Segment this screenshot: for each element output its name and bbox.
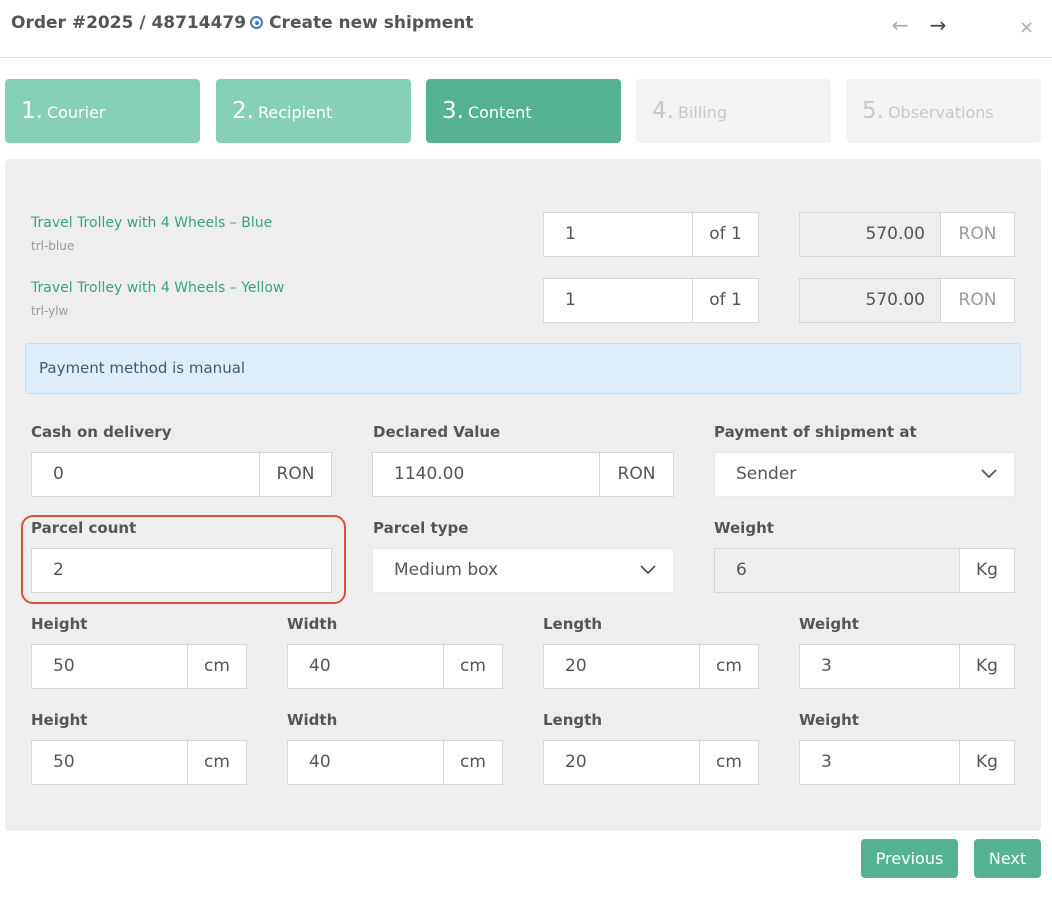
width-label: Width — [287, 711, 338, 729]
weight-label: Weight — [799, 711, 859, 729]
total-weight-field: 6 — [714, 548, 961, 593]
quantity-of-addon: of 1 — [692, 278, 759, 323]
payment-at-value: Sender — [736, 464, 797, 484]
parcel-height-input[interactable]: 50 — [31, 644, 189, 689]
step-billing: 4. Billing — [636, 79, 831, 143]
length-unit-addon: cm — [699, 644, 759, 689]
step-number: 4. — [652, 98, 674, 124]
modal-header: Order #2025 / 48714479 Create new shipmen… — [0, 0, 1052, 58]
product-quantity-input[interactable]: 1 — [543, 278, 694, 323]
declared-value-input[interactable]: 1140.00 — [372, 452, 601, 497]
width-label: Width — [287, 615, 338, 633]
target-icon[interactable] — [250, 16, 264, 29]
product-name-link[interactable]: Travel Trolley with 4 Wheels – Yellow — [31, 280, 284, 296]
order-number: Order #2025 / 48714479 — [11, 13, 247, 33]
step-number: 3. — [442, 98, 464, 124]
weight-label: Weight — [799, 615, 859, 633]
step-label: Courier — [46, 103, 106, 122]
step-recipient[interactable]: 2. Recipient — [216, 79, 411, 143]
step-number: 5. — [862, 98, 884, 124]
declared-currency-addon: RON — [599, 452, 674, 497]
modal-title: Order #2025 / 48714479 Create new shipmen… — [11, 13, 473, 33]
length-unit-addon: cm — [699, 740, 759, 785]
parcel-type-select[interactable]: Medium box — [372, 548, 674, 593]
arrow-left-icon[interactable]: ← — [888, 13, 912, 37]
step-courier[interactable]: 1. Courier — [5, 79, 200, 143]
step-label: Recipient — [257, 103, 333, 122]
product-sku: trl-blue — [31, 239, 75, 253]
height-unit-addon: cm — [187, 644, 247, 689]
step-label: Content — [467, 103, 532, 122]
declared-value-label: Declared Value — [373, 423, 501, 441]
product-sku: trl-ylw — [31, 304, 69, 318]
price-currency-addon: RON — [940, 212, 1015, 257]
parcel-width-input[interactable]: 40 — [287, 644, 445, 689]
chevron-down-icon — [639, 549, 657, 609]
cod-label: Cash on delivery — [31, 423, 172, 441]
parcel-weight-input[interactable]: 3 — [799, 740, 961, 785]
width-unit-addon: cm — [443, 644, 503, 689]
step-number: 2. — [232, 98, 254, 124]
weight-unit-addon: Kg — [959, 740, 1015, 785]
next-button[interactable]: Next — [974, 839, 1041, 878]
parcel-count-highlight — [21, 515, 346, 604]
payment-at-label: Payment of shipment at — [714, 423, 917, 441]
step-label: Billing — [677, 103, 728, 122]
height-label: Height — [31, 615, 88, 633]
chevron-down-icon — [980, 453, 998, 513]
payment-at-select[interactable]: Sender — [714, 452, 1015, 497]
total-weight-unit-addon: Kg — [959, 548, 1015, 593]
length-label: Length — [543, 711, 602, 729]
step-number: 1. — [21, 98, 43, 124]
length-label: Length — [543, 615, 602, 633]
parcel-height-input[interactable]: 50 — [31, 740, 189, 785]
parcel-weight-input[interactable]: 3 — [799, 644, 961, 689]
arrow-right-icon[interactable]: → — [926, 13, 950, 37]
price-currency-addon: RON — [940, 278, 1015, 323]
weight-unit-addon: Kg — [959, 644, 1015, 689]
cod-input[interactable]: 0 — [31, 452, 261, 497]
previous-button[interactable]: Previous — [861, 839, 958, 878]
step-observations: 5. Observations — [846, 79, 1041, 143]
step-label: Observations — [887, 103, 994, 122]
total-weight-label: Weight — [714, 519, 774, 537]
cod-currency-addon: RON — [259, 452, 332, 497]
product-price-field: 570.00 — [799, 212, 942, 257]
parcel-length-input[interactable]: 20 — [543, 740, 701, 785]
payment-method-alert: Payment method is manual — [25, 343, 1021, 394]
product-name-link[interactable]: Travel Trolley with 4 Wheels – Blue — [31, 215, 272, 231]
modal-subtitle: Create new shipment — [269, 13, 474, 33]
product-quantity-input[interactable]: 1 — [543, 212, 694, 257]
parcel-type-label: Parcel type — [373, 519, 469, 537]
height-unit-addon: cm — [187, 740, 247, 785]
quantity-of-addon: of 1 — [692, 212, 759, 257]
width-unit-addon: cm — [443, 740, 503, 785]
parcel-width-input[interactable]: 40 — [287, 740, 445, 785]
height-label: Height — [31, 711, 88, 729]
parcel-length-input[interactable]: 20 — [543, 644, 701, 689]
product-price-field: 570.00 — [799, 278, 942, 323]
parcel-type-value: Medium box — [394, 560, 499, 580]
close-icon[interactable]: × — [1019, 17, 1034, 39]
step-content[interactable]: 3. Content — [426, 79, 621, 143]
